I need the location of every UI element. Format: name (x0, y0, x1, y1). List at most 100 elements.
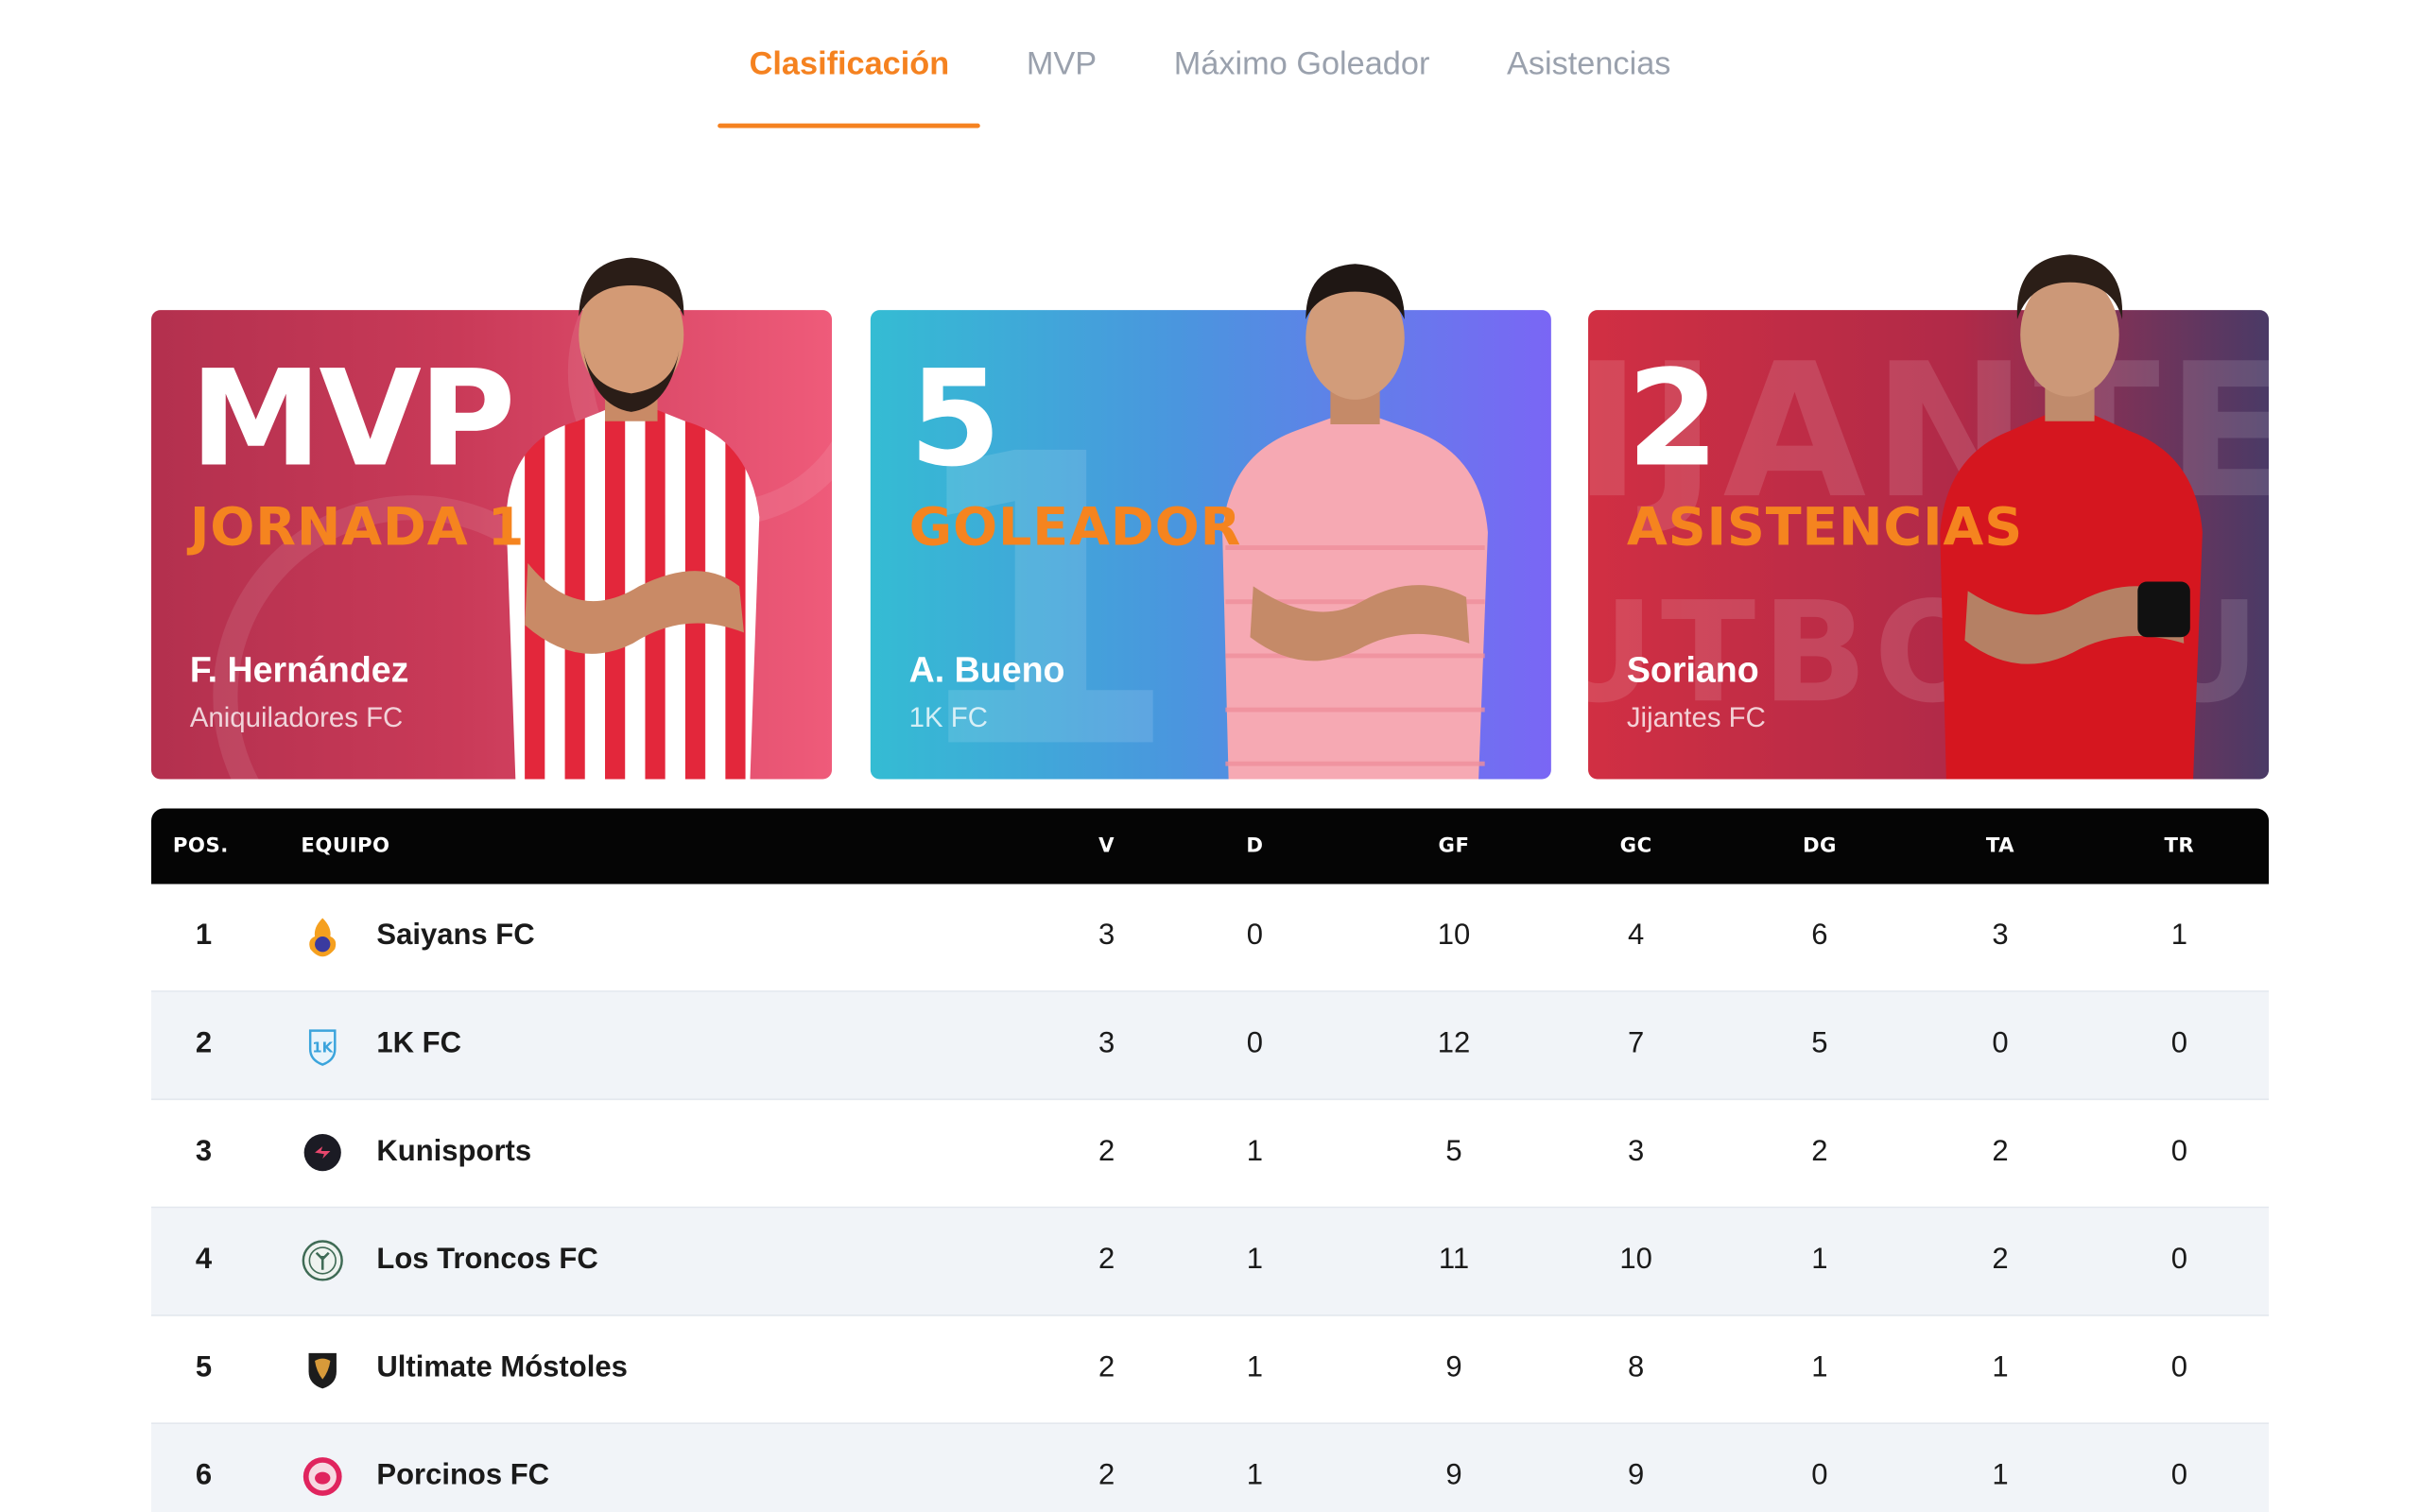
1k-fc-crest-icon: 1K (308, 1029, 337, 1066)
player-photo (1222, 264, 1488, 780)
player-name: A. Bueno (908, 649, 1065, 690)
ultimate-mostoles-crest-icon (308, 1352, 337, 1389)
team-name[interactable]: Ultimate Móstoles (376, 1316, 627, 1424)
goals-against: 3 (1628, 1135, 1645, 1168)
position: 5 (195, 1351, 213, 1384)
column-header-v[interactable]: V (1061, 809, 1153, 885)
standings-table: POS. EQUIPO V D GF GC DG TA TR 1 Saiyans… (151, 808, 2270, 1512)
yellow-cards: 1 (1992, 1459, 2009, 1492)
card-subtitle: JORNADA 1 (189, 496, 526, 559)
tab-asistencias[interactable]: Asistencias (1476, 0, 1702, 129)
card-headline: 5 (908, 342, 1002, 497)
card-subtitle: GOLEADOR (908, 496, 1242, 559)
kunisports-crest-icon (303, 1134, 341, 1172)
wins: 3 (1098, 919, 1115, 953)
yellow-cards: 2 (1992, 1135, 2009, 1168)
card-headline: MVP (189, 342, 516, 497)
red-cards: 0 (2170, 1351, 2187, 1384)
goals-for: 9 (1445, 1459, 1462, 1492)
table-row[interactable]: 4 Los Troncos FC 2 1 11 10 1 2 0 (151, 1208, 2270, 1316)
tab-maximo-goleador[interactable]: Máximo Goleador (1143, 0, 1461, 129)
column-header-gc[interactable]: GC (1590, 809, 1683, 885)
column-header-pos[interactable]: POS. (173, 809, 229, 885)
wins: 3 (1098, 1027, 1115, 1060)
goals-against: 8 (1628, 1351, 1645, 1384)
player-team: Aniquiladores FC (189, 701, 404, 733)
red-cards: 0 (2170, 1027, 2187, 1060)
yellow-cards: 2 (1992, 1243, 2009, 1277)
red-cards: 1 (2170, 919, 2187, 953)
column-header-d[interactable]: D (1208, 809, 1301, 885)
table-row[interactable]: 2 1K 1K FC 3 0 12 7 5 0 0 (151, 991, 2270, 1101)
losses: 1 (1246, 1135, 1264, 1168)
goal-difference: 0 (1811, 1459, 1828, 1492)
player-photo (506, 257, 760, 780)
goal-difference: 6 (1811, 919, 1828, 953)
table-row[interactable]: 1 Saiyans FC 3 0 10 4 6 3 1 (151, 885, 2270, 992)
tab-mvp[interactable]: MVP (995, 0, 1128, 129)
team-name[interactable]: Los Troncos FC (376, 1208, 597, 1315)
tab-clasificacion[interactable]: Clasificación (717, 0, 980, 129)
table-row[interactable]: 3 Kunisports 2 1 5 3 2 2 0 (151, 1100, 2270, 1209)
wins: 2 (1098, 1135, 1115, 1168)
card-subtitle: ASISTENCIAS (1626, 496, 2024, 559)
player-name: F. Hernández (189, 649, 409, 690)
column-header-dg[interactable]: DG (1773, 809, 1866, 885)
yellow-cards: 0 (1992, 1027, 2009, 1060)
player-team: Jijantes FC (1626, 701, 1766, 733)
yellow-cards: 3 (1992, 919, 2009, 953)
svg-text:1K: 1K (312, 1040, 333, 1057)
goals-for: 9 (1445, 1351, 1462, 1384)
goals-against: 9 (1628, 1459, 1645, 1492)
red-cards: 0 (2170, 1135, 2187, 1168)
wins: 2 (1098, 1351, 1115, 1384)
goal-difference: 1 (1811, 1243, 1828, 1277)
goals-for: 10 (1437, 919, 1471, 953)
player-team: 1K FC (908, 701, 988, 733)
position: 2 (195, 1027, 213, 1060)
table-header: POS. EQUIPO V D GF GC DG TA TR (151, 808, 2270, 885)
losses: 0 (1246, 1027, 1264, 1060)
position: 3 (195, 1135, 213, 1168)
column-header-gf[interactable]: GF (1408, 809, 1500, 885)
porcinos-crest-icon (302, 1457, 342, 1496)
position: 4 (195, 1243, 213, 1277)
column-header-ta[interactable]: TA (1954, 809, 2047, 885)
team-name[interactable]: Kunisports (376, 1100, 531, 1208)
losses: 1 (1246, 1243, 1264, 1277)
team-name[interactable]: 1K FC (376, 992, 461, 1100)
team-name[interactable]: Saiyans FC (376, 885, 534, 992)
goals-for: 11 (1438, 1243, 1470, 1277)
losses: 1 (1246, 1459, 1264, 1492)
table-row[interactable]: 5 Ultimate Móstoles 2 1 9 8 1 1 0 (151, 1316, 2270, 1424)
goals-against: 4 (1628, 919, 1645, 953)
goals-for: 12 (1437, 1027, 1471, 1060)
assists-card[interactable]: IJANTE UTBOL U 2 ASISTENCIAS Soriano Jij… (1588, 254, 2270, 780)
mvp-card[interactable]: MVP JORNADA 1 F. Hernández Aniquiladores… (151, 257, 833, 780)
card-headline: 2 (1626, 342, 1720, 497)
goals-against: 7 (1628, 1027, 1645, 1060)
column-header-team[interactable]: EQUIPO (301, 809, 389, 885)
table-row[interactable]: 6 Porcinos FC 2 1 9 9 0 1 0 (151, 1423, 2270, 1512)
red-cards: 0 (2170, 1243, 2187, 1277)
goals-against: 10 (1619, 1243, 1652, 1277)
top-scorer-card[interactable]: 1 5 GOLEADOR A. Bueno 1K FC (870, 264, 1551, 780)
column-header-tr[interactable]: TR (2133, 809, 2225, 885)
standings-page: Clasificación MVP Máximo Goleador Asiste… (0, 0, 2420, 1512)
team-name[interactable]: Porcinos FC (376, 1424, 549, 1512)
tab-bar: Clasificación MVP Máximo Goleador Asiste… (0, 0, 2420, 129)
goal-difference: 2 (1811, 1135, 1828, 1168)
position: 1 (195, 919, 213, 953)
red-cards: 0 (2170, 1459, 2187, 1492)
saiyans-crest-icon (309, 918, 337, 957)
highlight-cards: MVP JORNADA 1 F. Hernández Aniquiladores… (151, 232, 2270, 780)
position: 6 (195, 1459, 213, 1492)
yellow-cards: 1 (1992, 1351, 2009, 1384)
wins: 2 (1098, 1243, 1115, 1277)
goals-for: 5 (1445, 1135, 1462, 1168)
player-name: Soriano (1626, 649, 1759, 690)
wins: 2 (1098, 1459, 1115, 1492)
goal-difference: 5 (1811, 1027, 1828, 1060)
losses: 1 (1246, 1351, 1264, 1384)
los-troncos-crest-icon (302, 1240, 343, 1281)
